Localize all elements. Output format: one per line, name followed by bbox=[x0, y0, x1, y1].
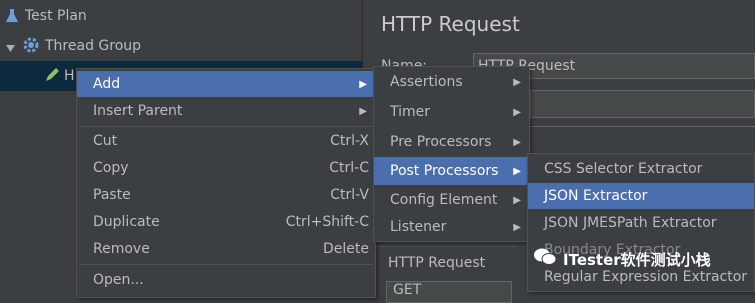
tree-item-label: H bbox=[64, 68, 75, 84]
menu-item-label: Add bbox=[93, 76, 121, 92]
submenu-arrow-icon: ▶ bbox=[513, 221, 521, 233]
menu-item-label: JSON Extractor bbox=[544, 188, 648, 204]
menu-item-post-processors[interactable]: Post Processors ▶ bbox=[374, 157, 529, 185]
submenu-arrow-icon: ▶ bbox=[513, 165, 521, 177]
add-submenu: Assertions ▶ Timer ▶ Pre Processors ▶ Po… bbox=[373, 66, 530, 242]
tree-item-label: Test Plan bbox=[25, 8, 87, 24]
menu-shortcut: Ctrl-C bbox=[329, 160, 369, 176]
menu-item-label: Pre Processors bbox=[390, 134, 492, 150]
submenu-arrow-icon: ▶ bbox=[513, 194, 521, 206]
menu-item-label: Post Processors bbox=[390, 163, 499, 179]
wechat-icon bbox=[533, 247, 557, 271]
menu-item-pre-processors[interactable]: Pre Processors ▶ bbox=[374, 129, 529, 155]
menu-item-remove[interactable]: Remove Delete bbox=[77, 236, 375, 262]
menu-item-label: Cut bbox=[93, 133, 118, 149]
watermark-text: ITester软件测试小栈 bbox=[563, 250, 711, 269]
menu-item-copy[interactable]: Copy Ctrl-C bbox=[77, 155, 375, 181]
tree-item-label: Thread Group bbox=[45, 38, 142, 54]
menu-item-json-jmespath-extractor[interactable]: JSON JMESPath Extractor bbox=[528, 210, 754, 236]
menu-item-label: JSON JMESPath Extractor bbox=[544, 215, 717, 231]
page-title: HTTP Request bbox=[381, 12, 520, 36]
menu-item-label: CSS Selector Extractor bbox=[544, 161, 703, 177]
menu-item-listener[interactable]: Listener ▶ bbox=[374, 214, 529, 240]
flask-icon bbox=[5, 8, 19, 28]
menu-item-cut[interactable]: Cut Ctrl-X bbox=[77, 128, 375, 154]
menu-item-config-element[interactable]: Config Element ▶ bbox=[374, 187, 529, 213]
comments-field[interactable] bbox=[530, 90, 755, 118]
menu-separator bbox=[79, 126, 373, 127]
submenu-arrow-icon: ▶ bbox=[359, 105, 367, 117]
menu-item-add[interactable]: Add ▶ bbox=[77, 71, 375, 97]
menu-item-insert-parent[interactable]: Insert Parent ▶ bbox=[77, 98, 375, 124]
post-processors-submenu: CSS Selector Extractor JSON Extractor JS… bbox=[527, 153, 755, 292]
chevron-down-icon bbox=[6, 41, 15, 57]
menu-item-paste[interactable]: Paste Ctrl-V bbox=[77, 182, 375, 208]
menu-item-duplicate[interactable]: Duplicate Ctrl+Shift-C bbox=[77, 209, 375, 235]
menu-item-label: Assertions bbox=[390, 74, 463, 90]
menu-item-label: Remove bbox=[93, 241, 150, 257]
menu-item-label: Paste bbox=[93, 187, 131, 203]
menu-item-label: Copy bbox=[93, 160, 129, 176]
submenu-arrow-icon: ▶ bbox=[513, 136, 521, 148]
menu-item-css-selector-extractor[interactable]: CSS Selector Extractor bbox=[528, 156, 754, 182]
gear-icon bbox=[22, 36, 40, 58]
menu-shortcut: Delete bbox=[323, 241, 369, 257]
http-request-section: HTTP Request GET bbox=[376, 246, 516, 303]
menu-item-label: Config Element bbox=[390, 192, 498, 208]
watermark: ITester软件测试小栈 bbox=[533, 247, 711, 271]
menu-item-label: Listener bbox=[390, 219, 447, 235]
method-select[interactable]: GET bbox=[386, 281, 512, 303]
submenu-arrow-icon: ▶ bbox=[513, 106, 521, 118]
menu-item-label: Timer bbox=[390, 104, 431, 120]
submenu-arrow-icon: ▶ bbox=[359, 78, 367, 90]
menu-item-label: Insert Parent bbox=[93, 103, 183, 119]
menu-item-assertions[interactable]: Assertions ▶ bbox=[374, 69, 529, 95]
method-value: GET bbox=[393, 282, 422, 298]
menu-item-label: Open... bbox=[93, 272, 144, 288]
menu-item-open[interactable]: Open... bbox=[77, 267, 375, 293]
menu-shortcut: Ctrl-V bbox=[330, 187, 369, 203]
tree-item-test-plan[interactable]: Test Plan bbox=[0, 1, 362, 31]
menu-item-label: Duplicate bbox=[93, 214, 160, 230]
section-label: HTTP Request bbox=[388, 255, 486, 271]
tree-item-thread-group[interactable]: Thread Group bbox=[0, 31, 362, 61]
menu-shortcut: Ctrl-X bbox=[330, 133, 369, 149]
menu-separator bbox=[79, 264, 373, 265]
menu-item-json-extractor[interactable]: JSON Extractor bbox=[528, 183, 754, 209]
submenu-arrow-icon: ▶ bbox=[513, 76, 521, 88]
section-border bbox=[530, 126, 755, 139]
menu-item-label: Regular Expression Extractor bbox=[544, 269, 748, 285]
context-menu: Add ▶ Insert Parent ▶ Cut Ctrl-X Copy Ct… bbox=[76, 68, 376, 298]
pencil-icon bbox=[44, 67, 60, 87]
menu-item-timer[interactable]: Timer ▶ bbox=[374, 99, 529, 125]
menu-shortcut: Ctrl+Shift-C bbox=[285, 214, 369, 230]
